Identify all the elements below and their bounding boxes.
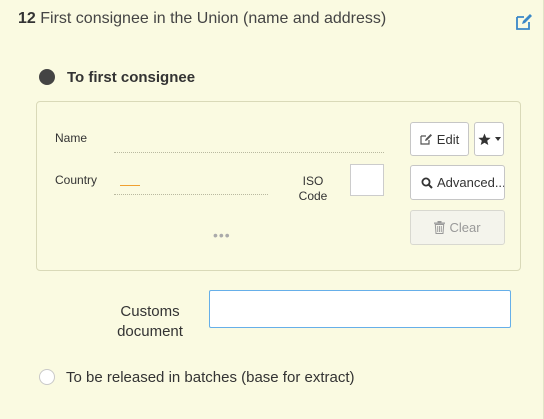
country-label: Country — [55, 173, 98, 187]
edit-button[interactable]: Edit — [410, 122, 469, 156]
iso-label-line2: Code — [298, 189, 328, 203]
customs-document-input[interactable] — [209, 290, 511, 328]
iso-code-label: ISO Code — [295, 174, 331, 204]
customs-document-label: Customs document — [100, 302, 200, 342]
edit-pencil-icon[interactable] — [515, 13, 533, 31]
section-number: 12 — [18, 10, 36, 27]
radio-released-in-batches-label[interactable]: To be released in batches (base for extr… — [66, 369, 355, 386]
country-field[interactable] — [114, 194, 268, 195]
edit-icon — [420, 133, 433, 145]
customs-label-line1: Customs — [120, 303, 180, 320]
trash-icon — [434, 221, 446, 234]
radio-first-consignee[interactable] — [39, 69, 55, 85]
consignee-panel: 12 First consignee in the Union (name an… — [0, 0, 544, 419]
iso-label-line1: ISO — [302, 174, 324, 188]
section-header: 12 First consignee in the Union (name an… — [18, 10, 503, 28]
customs-label-line2: document — [117, 323, 183, 340]
advanced-button[interactable]: Advanced... — [410, 165, 505, 200]
section-title: First consignee in the Union (name and a… — [40, 10, 387, 27]
star-icon — [477, 133, 491, 146]
favorites-button[interactable] — [474, 122, 504, 156]
name-label: Name — [55, 131, 88, 145]
caret-down-icon — [494, 137, 501, 141]
more-options[interactable]: ••• — [213, 227, 231, 243]
iso-code-input[interactable] — [350, 164, 384, 196]
consignee-box: Name Country ISO Code Edit Advanced... C… — [36, 101, 521, 271]
country-marker — [120, 185, 140, 186]
search-icon — [421, 177, 433, 189]
clear-button-label: Clear — [449, 220, 481, 235]
clear-button[interactable]: Clear — [410, 210, 505, 245]
radio-first-consignee-label[interactable]: To first consignee — [67, 69, 195, 86]
edit-button-label: Edit — [436, 131, 460, 147]
name-field[interactable] — [114, 152, 384, 153]
advanced-button-label: Advanced... — [437, 175, 505, 190]
radio-released-in-batches[interactable] — [39, 369, 55, 385]
